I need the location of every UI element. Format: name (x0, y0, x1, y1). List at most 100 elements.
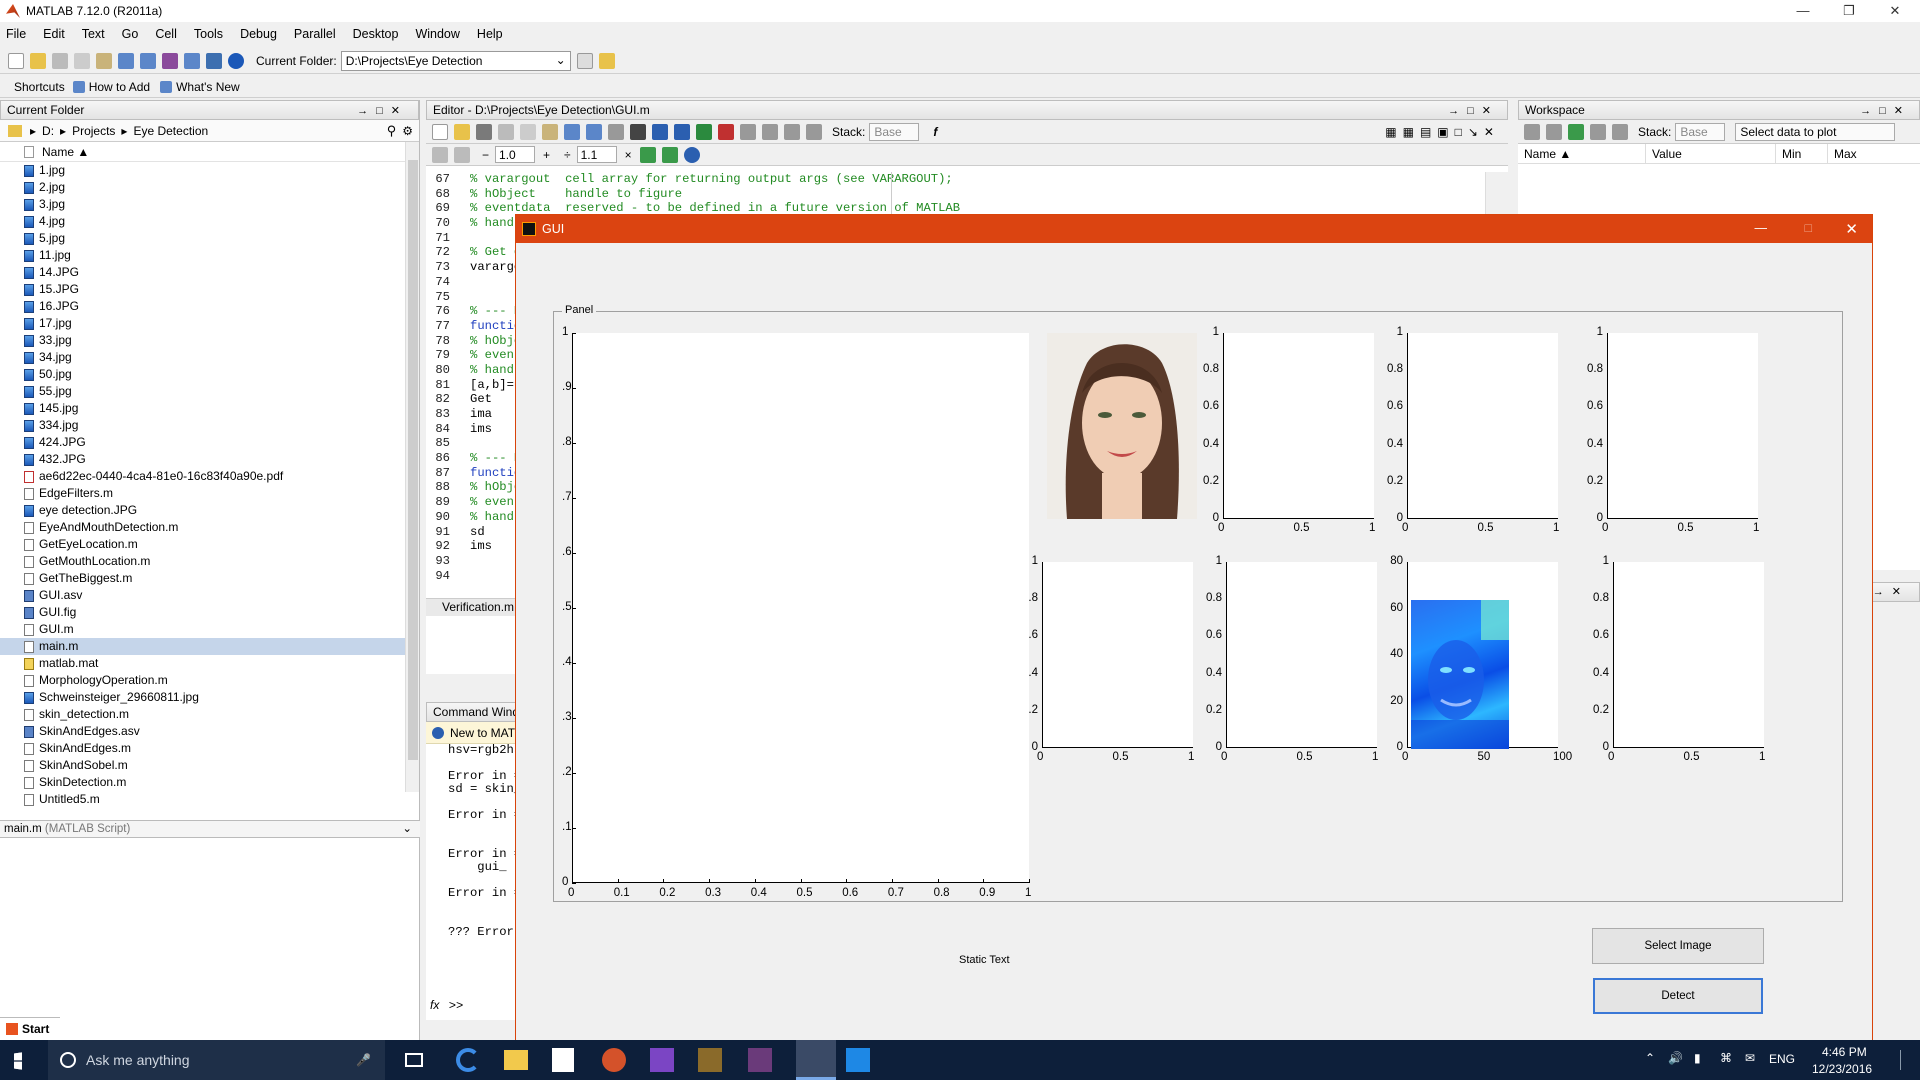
name-column-header[interactable]: Name ▲ (42, 145, 89, 159)
cut-icon[interactable] (52, 52, 68, 69)
start-button[interactable]: Start (0, 1017, 60, 1039)
list-item[interactable]: skin_detection.m (0, 706, 419, 723)
menu-cell[interactable]: Cell (155, 27, 177, 41)
list-item[interactable]: 50.jpg (0, 366, 419, 383)
step-out-icon[interactable] (784, 123, 800, 140)
list-item[interactable]: EdgeFilters.m (0, 485, 419, 502)
history-scrollbar[interactable] (1905, 604, 1920, 1014)
file-list-scrollbar[interactable] (405, 142, 419, 792)
new-variable-icon[interactable] (1524, 123, 1540, 140)
stack-select[interactable]: Base (869, 122, 920, 141)
browse-folder-icon[interactable] (576, 52, 593, 69)
cut-icon[interactable] (498, 123, 514, 140)
detect-button[interactable]: Detect (1593, 978, 1763, 1014)
list-item[interactable]: 1.jpg (0, 162, 419, 179)
how-to-add-link[interactable]: How to Add (89, 80, 150, 94)
path-segment[interactable]: Eye Detection (133, 124, 208, 138)
list-item[interactable]: GetMouthLocation.m (0, 553, 419, 570)
list-item[interactable]: 16.JPG (0, 298, 419, 315)
file-list-header[interactable]: Name ▲ (0, 142, 419, 162)
restore-icon[interactable]: ❐ (1826, 0, 1872, 22)
battery-icon[interactable]: ▮ (1694, 1051, 1701, 1065)
list-item[interactable]: GetTheBiggest.m (0, 570, 419, 587)
tools-app-icon[interactable] (698, 1048, 722, 1072)
list-item[interactable]: 432.JPG (0, 451, 419, 468)
plus-icon[interactable]: + (543, 148, 550, 162)
new-file-icon[interactable] (8, 52, 24, 69)
menu-edit[interactable]: Edit (43, 27, 65, 41)
panel-controls-icon[interactable]: →□✕ (1448, 104, 1499, 117)
list-item[interactable]: 33.jpg (0, 332, 419, 349)
list-item[interactable]: 424.JPG (0, 434, 419, 451)
back-icon[interactable] (652, 123, 668, 140)
cortana-search[interactable]: Ask me anything 🎤 (48, 1040, 385, 1080)
list-item[interactable]: 14.JPG (0, 264, 419, 281)
list-item[interactable]: main.m (0, 638, 419, 655)
close-icon[interactable]: ✕ (1872, 0, 1918, 22)
paste-icon[interactable] (96, 52, 112, 69)
list-item[interactable]: 334.jpg (0, 417, 419, 434)
chevron-down-icon[interactable]: ⌄ (556, 53, 566, 67)
panel-controls-icon[interactable]: →□✕ (357, 104, 408, 117)
exit-debug-icon[interactable] (806, 123, 822, 140)
winrar-icon[interactable] (748, 1048, 772, 1072)
step-in-icon[interactable] (762, 123, 778, 140)
chevron-down-icon[interactable]: ⌄ (402, 821, 412, 837)
copy-icon[interactable] (520, 123, 536, 140)
find-icon[interactable] (630, 123, 646, 140)
list-item[interactable]: ae6d22ec-0440-4ca4-81e0-16c83f40a90e.pdf (0, 468, 419, 485)
app-owl-icon[interactable] (602, 1048, 626, 1072)
maximize-icon[interactable]: □ (1804, 221, 1812, 235)
list-item[interactable]: 3.jpg (0, 196, 419, 213)
minimize-icon[interactable]: — (1755, 221, 1768, 235)
tab-verification[interactable]: Verification.m (442, 600, 514, 614)
profiler-icon[interactable] (206, 52, 222, 69)
list-item[interactable]: Schweinsteiger_29660811.jpg (0, 689, 419, 706)
minimize-icon[interactable]: — (1780, 0, 1826, 22)
delete-icon[interactable] (1612, 123, 1628, 140)
select-data-dropdown[interactable]: Select data to plot (1735, 122, 1896, 141)
print-icon[interactable] (1590, 123, 1606, 140)
cell-icon[interactable] (432, 146, 448, 163)
run-icon[interactable] (696, 123, 712, 140)
help-icon[interactable] (683, 146, 700, 163)
menu-desktop[interactable]: Desktop (353, 27, 399, 41)
menu-window[interactable]: Window (415, 27, 459, 41)
search-icon[interactable]: ⚲ (387, 123, 397, 139)
code-line[interactable]: 68 % hObject handle to figure (426, 187, 1485, 202)
list-item[interactable]: matlab.mat (0, 655, 419, 672)
matlab-taskbar-icon[interactable] (796, 1040, 836, 1080)
list-item[interactable]: 4.jpg (0, 213, 419, 230)
list-item[interactable]: 55.jpg (0, 383, 419, 400)
print-icon[interactable] (608, 123, 624, 140)
value-column-header[interactable]: Value (1646, 144, 1776, 163)
menu-file[interactable]: File (6, 27, 26, 41)
step-icon[interactable] (740, 123, 756, 140)
shortcuts-label[interactable]: Shortcuts (14, 80, 65, 94)
task-view-icon[interactable] (405, 1053, 423, 1067)
function-icon[interactable]: f (933, 125, 937, 139)
visual-studio-icon[interactable] (650, 1048, 674, 1072)
list-item[interactable]: 5.jpg (0, 230, 419, 247)
list-item[interactable]: GUI.asv (0, 587, 419, 604)
list-item[interactable]: GetEyeLocation.m (0, 536, 419, 553)
gear-icon[interactable]: ⚙ (402, 124, 413, 138)
save-workspace-icon[interactable] (1568, 123, 1584, 140)
scrollbar-thumb[interactable] (408, 160, 418, 760)
cell-value-input[interactable]: 1.0 (495, 146, 536, 163)
list-item[interactable]: 17.jpg (0, 315, 419, 332)
import-data-icon[interactable] (1546, 123, 1562, 140)
list-item[interactable]: SkinDetection.m (0, 774, 419, 791)
new-file-icon[interactable] (432, 123, 448, 140)
menu-tools[interactable]: Tools (194, 27, 223, 41)
help-icon[interactable] (228, 52, 244, 69)
list-item[interactable]: 2.jpg (0, 179, 419, 196)
open-folder-icon[interactable] (30, 52, 46, 69)
action-center-icon[interactable] (1900, 1050, 1906, 1070)
list-item[interactable]: 145.jpg (0, 400, 419, 417)
list-item[interactable]: Untitled5.m (0, 791, 419, 808)
list-item[interactable]: GUI.fig (0, 604, 419, 621)
name-column-header[interactable]: Name ▲ (1518, 144, 1646, 163)
list-item[interactable]: 15.JPG (0, 281, 419, 298)
cell-run-icon[interactable] (661, 146, 678, 163)
